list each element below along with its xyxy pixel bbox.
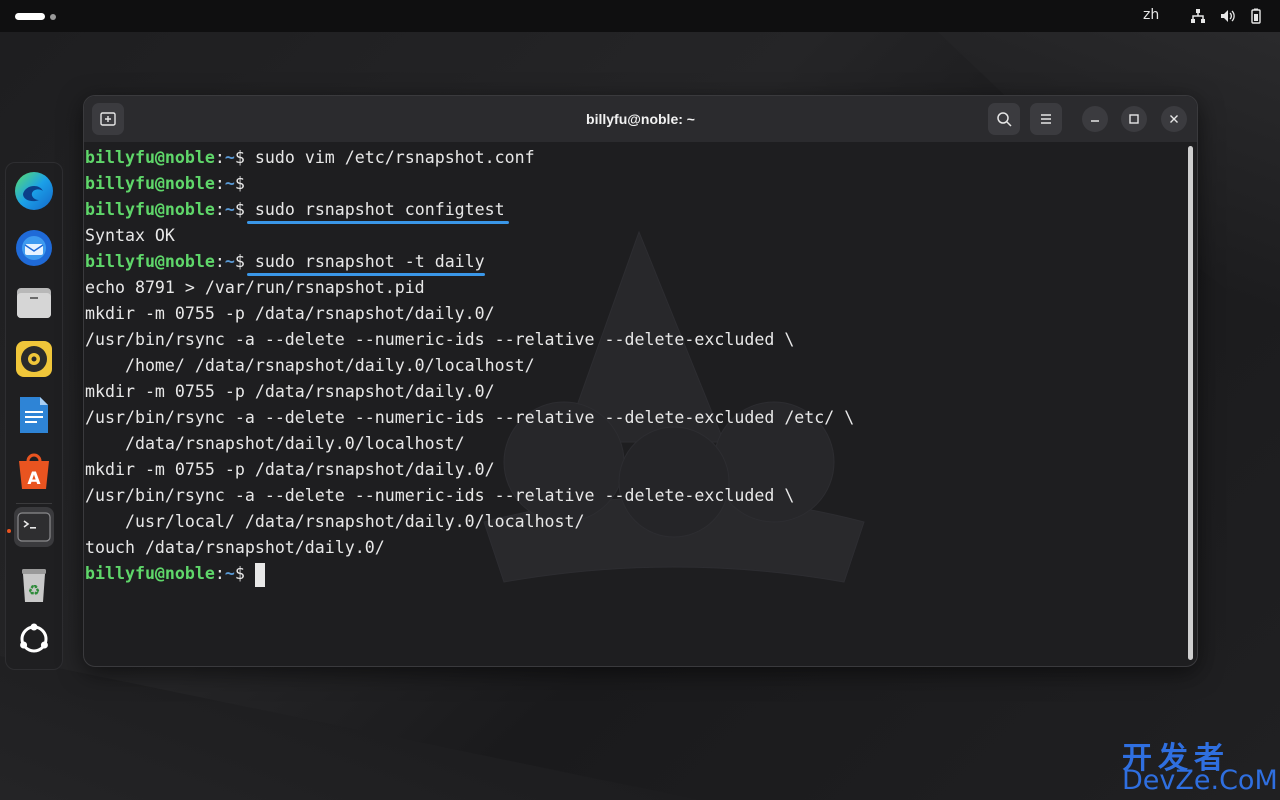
prompt-symbol: $ — [234, 148, 245, 167]
prompt-user: billyfu@noble — [85, 252, 215, 271]
watermark-line2: DevZe.CoM — [1122, 765, 1278, 796]
terminal-output: billyfu@noble:~$ sudo vim /etc/rsnapshot… — [85, 145, 854, 587]
maximize-button[interactable] — [1121, 106, 1147, 132]
prompt-dir: ~ — [224, 148, 235, 167]
menu-button[interactable] — [1030, 103, 1062, 135]
prompt-dir: ~ — [224, 252, 235, 271]
terminal-window: billyfu@noble: ~ billyfu@noble:~$ sudo v… — [83, 95, 1198, 667]
command-text: sudo vim /etc/rsnapshot.conf — [254, 148, 535, 167]
network-icon[interactable] — [1190, 8, 1206, 24]
prompt-separator: : — [214, 200, 225, 219]
thunderbird-icon[interactable] — [14, 227, 54, 267]
prompt-symbol: $ — [234, 174, 245, 193]
dock: A ♻ — [5, 162, 63, 670]
output-line: mkdir -m 0755 -p /data/rsnapshot/daily.0… — [85, 460, 495, 479]
new-tab-button[interactable] — [92, 103, 124, 135]
minimize-button[interactable] — [1082, 106, 1108, 132]
volume-icon[interactable] — [1220, 8, 1236, 24]
output-line: mkdir -m 0755 -p /data/rsnapshot/daily.0… — [85, 382, 495, 401]
running-indicator — [7, 529, 11, 533]
output-line: /home/ /data/rsnapshot/daily.0/localhost… — [85, 356, 535, 375]
output-line: /usr/bin/rsync -a --delete --numeric-ids… — [85, 408, 855, 427]
workspace-indicator[interactable] — [50, 14, 56, 20]
prompt-symbol: $ — [234, 564, 245, 583]
search-icon — [997, 112, 1012, 127]
prompt-dir: ~ — [224, 174, 235, 193]
app-center-icon[interactable]: A — [14, 451, 54, 491]
prompt-user: billyfu@noble — [85, 148, 215, 167]
search-button[interactable] — [988, 103, 1020, 135]
output-line: /usr/bin/rsync -a --delete --numeric-ids… — [85, 486, 795, 505]
text-cursor — [254, 562, 265, 587]
prompt-separator: : — [214, 252, 225, 271]
activities-button[interactable] — [15, 13, 45, 20]
prompt-symbol: $ — [234, 200, 245, 219]
scrollbar[interactable] — [1188, 146, 1193, 660]
prompt-separator: : — [214, 148, 225, 167]
hamburger-icon — [1041, 114, 1051, 124]
close-icon — [1170, 115, 1178, 123]
minimize-icon — [1091, 120, 1099, 122]
command-line: billyfu@noble:~$ — [85, 561, 854, 587]
terminal-icon[interactable] — [14, 507, 54, 547]
prompt-symbol: $ — [234, 252, 245, 271]
command-line: billyfu@noble:~$ sudo rsnapshot -t daily — [85, 249, 854, 276]
trash-icon[interactable]: ♻ — [14, 565, 54, 605]
libreoffice-writer-icon[interactable] — [14, 395, 54, 435]
maximize-icon — [1129, 114, 1139, 124]
output-line: /data/rsnapshot/daily.0/localhost/ — [85, 434, 465, 453]
files-icon[interactable] — [14, 283, 54, 323]
command-text: sudo rsnapshot -t daily — [254, 252, 485, 271]
command-line: billyfu@noble:~$ sudo vim /etc/rsnapshot… — [85, 145, 854, 171]
prompt-dir: ~ — [224, 564, 235, 583]
prompt-separator: : — [214, 564, 225, 583]
prompt-dir: ~ — [224, 200, 235, 219]
command-line: billyfu@noble:~$ — [85, 171, 854, 197]
command-text: sudo rsnapshot configtest — [254, 200, 505, 219]
output-line: Syntax OK — [85, 226, 175, 245]
battery-icon[interactable] — [1248, 8, 1264, 24]
site-watermark: 开发者 DevZe.CoM — [1122, 733, 1278, 796]
prompt-user: billyfu@noble — [85, 174, 215, 193]
svg-text:A: A — [27, 469, 41, 489]
output-line: /usr/bin/rsync -a --delete --numeric-ids… — [85, 330, 795, 349]
dock-separator — [16, 503, 52, 504]
input-method-indicator[interactable]: zh — [1143, 7, 1159, 23]
new-tab-icon — [100, 112, 116, 126]
title-bar[interactable]: billyfu@noble: ~ — [84, 96, 1197, 142]
close-button[interactable] — [1161, 106, 1187, 132]
prompt-user: billyfu@noble — [85, 200, 215, 219]
output-line: /usr/local/ /data/rsnapshot/daily.0/loca… — [85, 512, 585, 531]
output-line: mkdir -m 0755 -p /data/rsnapshot/daily.0… — [85, 304, 495, 323]
output-line: touch /data/rsnapshot/daily.0/ — [85, 538, 385, 557]
svg-text:♻: ♻ — [28, 583, 41, 599]
command-line: billyfu@noble:~$ sudo rsnapshot configte… — [85, 197, 854, 224]
show-apps-icon[interactable] — [14, 619, 54, 659]
output-line: echo 8791 > /var/run/rsnapshot.pid — [85, 278, 425, 297]
prompt-separator: : — [214, 174, 225, 193]
top-panel: zh — [0, 0, 1280, 32]
edge-browser-icon[interactable] — [14, 171, 54, 211]
prompt-user: billyfu@noble — [85, 564, 215, 583]
rhythmbox-icon[interactable] — [14, 339, 54, 379]
terminal-area[interactable]: billyfu@noble:~$ sudo vim /etc/rsnapshot… — [84, 142, 1184, 666]
